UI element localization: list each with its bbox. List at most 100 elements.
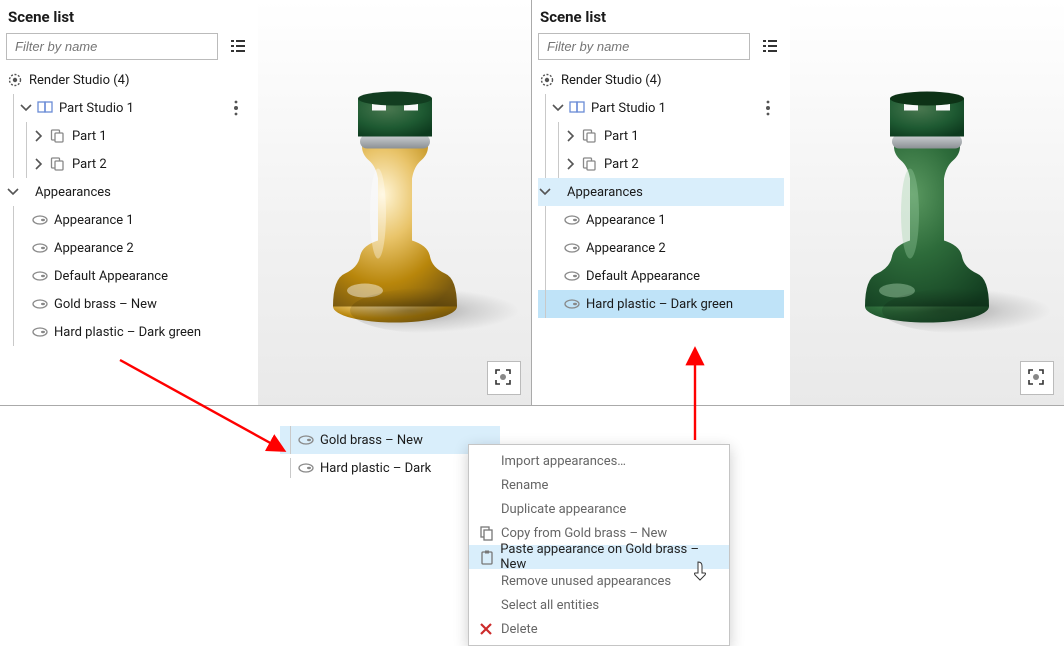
tree-label: Appearance 2 — [586, 241, 666, 256]
render-studio-icon — [6, 71, 24, 89]
appearance-icon — [297, 459, 315, 477]
ctx-paste[interactable]: Paste appearance on Gold brass – New — [469, 545, 729, 569]
appearance-icon — [563, 239, 581, 257]
ctx-select-all[interactable]: Select all entities — [469, 593, 729, 617]
ctx-import[interactable]: Import appearances… — [469, 449, 729, 473]
tree-label: Part 1 — [604, 129, 639, 144]
tree-item-default-appearance[interactable]: Default Appearance — [6, 262, 252, 290]
fit-view-button[interactable] — [487, 361, 521, 395]
scene-tree: Render Studio (4) Part Studio 1 Part 1 — [6, 66, 252, 399]
chevron-right-icon — [32, 129, 46, 143]
ctx-label: Import appearances… — [501, 454, 626, 469]
chevron-down-icon — [6, 185, 20, 199]
tree-item-appearances[interactable]: Appearances — [538, 178, 784, 206]
viewport-right[interactable] — [790, 0, 1064, 405]
chevron-right-icon — [564, 129, 578, 143]
filter-input[interactable] — [538, 33, 750, 60]
copy-icon — [477, 525, 495, 541]
ctx-label: Copy from Gold brass – New — [501, 526, 667, 541]
ctx-rename[interactable]: Rename — [469, 473, 729, 497]
tree-item-gold-brass[interactable]: Gold brass – New — [6, 290, 252, 318]
tree-label: Render Studio (4) — [29, 73, 130, 88]
appearance-icon — [31, 239, 49, 257]
scene-list-panel: Scene list Render Studio (4) Part Studio… — [0, 0, 258, 405]
paste-icon — [477, 549, 494, 565]
tree-label: Default Appearance — [54, 269, 168, 284]
tree-item-dark-green[interactable]: Hard plastic – Dark green — [538, 290, 784, 318]
tree-item-appearance-1[interactable]: Appearance 1 — [538, 206, 784, 234]
list-view-toggle[interactable] — [224, 32, 252, 60]
scene-list-panel: Scene list Render Studio (4) Part Studio… — [532, 0, 790, 405]
context-menu: Import appearances… Rename Duplicate app… — [468, 444, 730, 646]
visibility-toggle[interactable] — [226, 98, 246, 118]
viewport-left[interactable] — [258, 0, 531, 405]
float-item-gold[interactable]: Gold brass – New — [280, 426, 500, 454]
appearance-icon — [31, 211, 49, 229]
tree-item-part-2[interactable]: Part 2 — [538, 150, 784, 178]
tree-item-appearances[interactable]: Appearances — [6, 178, 252, 206]
render-studio-icon — [538, 71, 556, 89]
scene-tree: Render Studio (4) Part Studio 1 Part 1 — [538, 66, 784, 399]
delete-icon — [477, 621, 495, 637]
float-item-dark[interactable]: Hard plastic – Dark — [280, 454, 500, 482]
fit-view-button[interactable] — [1020, 361, 1054, 395]
part-icon — [49, 127, 67, 145]
ctx-remove-unused[interactable]: Remove unused appearances — [469, 569, 729, 593]
appearance-icon — [563, 267, 581, 285]
part-studio-icon — [568, 99, 586, 117]
tree-label: Appearances — [35, 185, 111, 200]
ctx-label: Remove unused appearances — [501, 574, 671, 589]
tree-label: Part 1 — [72, 129, 107, 144]
tree-item-part-studio[interactable]: Part Studio 1 — [538, 94, 784, 122]
ctx-label: Duplicate appearance — [501, 502, 626, 517]
ctx-duplicate[interactable]: Duplicate appearance — [469, 497, 729, 521]
appearance-icon — [31, 267, 49, 285]
ctx-delete[interactable]: Delete — [469, 617, 729, 641]
tree-root-render-studio[interactable]: Render Studio (4) — [6, 66, 252, 94]
chevron-down-icon — [19, 101, 33, 115]
filter-input[interactable] — [6, 33, 218, 60]
tree-item-dark-green[interactable]: Hard plastic – Dark green — [6, 318, 252, 346]
part-studio-icon — [36, 99, 54, 117]
tree-label: Appearance 2 — [54, 241, 134, 256]
tree-item-default-appearance[interactable]: Default Appearance — [538, 262, 784, 290]
tree-item-appearance-1[interactable]: Appearance 1 — [6, 206, 252, 234]
tree-label: Part 2 — [604, 157, 639, 172]
appearance-icon — [297, 431, 315, 449]
appearance-icon — [563, 211, 581, 229]
tree-label: Gold brass – New — [54, 297, 157, 312]
panel-title: Scene list — [540, 8, 782, 26]
tree-item-part-1[interactable]: Part 1 — [538, 122, 784, 150]
rook-gold — [310, 68, 480, 327]
tree-label: Gold brass – New — [320, 433, 423, 448]
tree-label: Hard plastic – Dark green — [54, 325, 201, 340]
tree-item-appearance-2[interactable]: Appearance 2 — [538, 234, 784, 262]
tree-label: Hard plastic – Dark green — [586, 297, 733, 312]
appearance-icon — [31, 295, 49, 313]
tree-item-part-1[interactable]: Part 1 — [6, 122, 252, 150]
visibility-toggle[interactable] — [758, 98, 778, 118]
appearance-icon — [563, 295, 581, 313]
chevron-right-icon — [564, 157, 578, 171]
right-pane: Scene list Render Studio (4) Part Studio… — [532, 0, 1064, 406]
tree-label: Part Studio 1 — [591, 101, 666, 116]
rook-green — [842, 68, 1012, 327]
list-view-toggle[interactable] — [756, 32, 784, 60]
tree-root-render-studio[interactable]: Render Studio (4) — [538, 66, 784, 94]
tree-label: Appearance 1 — [586, 213, 666, 228]
cursor-pointer-icon — [692, 561, 710, 581]
ctx-label: Rename — [501, 478, 548, 493]
appearance-icon — [31, 323, 49, 341]
tree-label: Hard plastic – Dark — [320, 461, 431, 476]
tree-item-part-studio[interactable]: Part Studio 1 — [6, 94, 252, 122]
tree-label: Default Appearance — [586, 269, 700, 284]
left-pane: Scene list Render Studio (4) Part Studio… — [0, 0, 532, 406]
part-icon — [581, 127, 599, 145]
ctx-label: Delete — [501, 622, 538, 637]
ctx-label: Paste appearance on Gold brass – New — [500, 542, 719, 572]
tree-item-appearance-2[interactable]: Appearance 2 — [6, 234, 252, 262]
tree-item-part-2[interactable]: Part 2 — [6, 150, 252, 178]
tree-label: Part Studio 1 — [59, 101, 134, 116]
chevron-down-icon — [538, 185, 552, 199]
chevron-right-icon — [32, 157, 46, 171]
